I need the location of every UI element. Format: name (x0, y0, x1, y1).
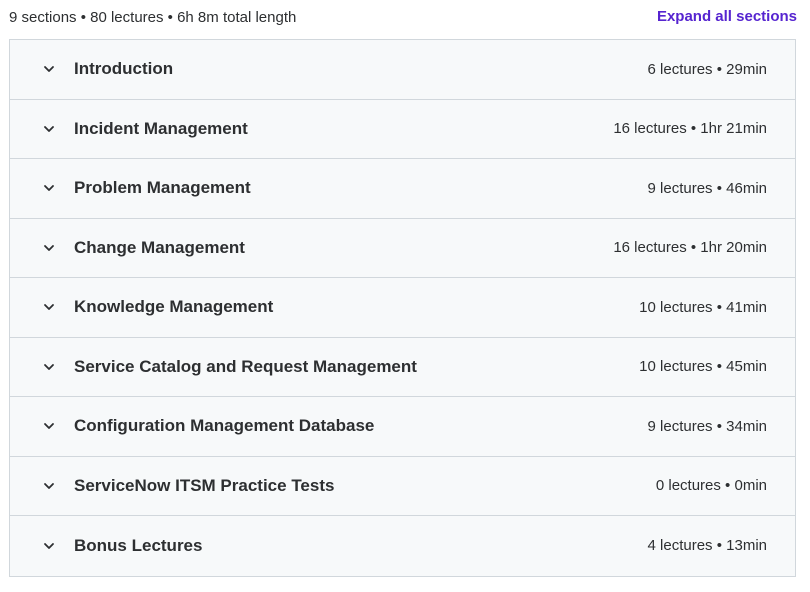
section-title: Introduction (74, 59, 174, 79)
section-meta: 0 lectures • 0min (655, 477, 767, 495)
course-content-panel: 9 sections • 80 lectures • 6h 8m total l… (0, 0, 810, 592)
section-row[interactable]: Service Catalog and Request Management 1… (10, 338, 795, 397)
section-row[interactable]: Introduction 6 lectures • 29min (10, 40, 795, 100)
chevron-down-icon (42, 479, 56, 493)
chevron-down-icon (42, 62, 56, 76)
chevron-down-icon (42, 181, 56, 195)
section-meta: 10 lectures • 41min (639, 298, 767, 316)
section-title: Configuration Management Database (74, 416, 375, 436)
section-title: Bonus Lectures (74, 535, 203, 555)
chevron-down-icon (42, 300, 56, 314)
chevron-down-icon (42, 122, 56, 136)
chevron-down-icon (42, 419, 56, 433)
chevron-down-icon (42, 539, 56, 553)
sections-accordion: Introduction 6 lectures • 29min Incident… (9, 39, 796, 577)
section-row[interactable]: Bonus Lectures 4 lectures • 13min (10, 516, 795, 576)
section-row[interactable]: Problem Management 9 lectures • 46min (10, 159, 795, 219)
section-title: Problem Management (74, 178, 251, 198)
section-title: ServiceNow ITSM Practice Tests (74, 475, 335, 495)
section-row[interactable]: Change Management 16 lectures • 1hr 20mi… (10, 219, 795, 278)
section-title: Service Catalog and Request Management (74, 356, 417, 376)
section-meta: 9 lectures • 46min (647, 179, 767, 197)
section-title: Knowledge Management (74, 297, 274, 317)
chevron-down-icon (42, 241, 56, 255)
course-summary-bar: 9 sections • 80 lectures • 6h 8m total l… (9, 0, 797, 36)
section-row[interactable]: ServiceNow ITSM Practice Tests 0 lecture… (10, 457, 795, 516)
section-meta: 6 lectures • 29min (647, 60, 767, 78)
course-summary-text: 9 sections • 80 lectures • 6h 8m total l… (9, 8, 297, 26)
section-meta: 10 lectures • 45min (639, 358, 767, 376)
expand-all-sections-button[interactable]: Expand all sections (657, 8, 797, 25)
section-meta: 16 lectures • 1hr 20min (613, 239, 767, 257)
section-title: Incident Management (74, 118, 248, 138)
section-title: Change Management (74, 237, 245, 257)
section-meta: 16 lectures • 1hr 21min (613, 120, 767, 138)
section-meta: 9 lectures • 34min (647, 417, 767, 435)
section-row[interactable]: Incident Management 16 lectures • 1hr 21… (10, 100, 795, 159)
section-row[interactable]: Knowledge Management 10 lectures • 41min (10, 278, 795, 338)
section-row[interactable]: Configuration Management Database 9 lect… (10, 397, 795, 457)
chevron-down-icon (42, 360, 56, 374)
section-meta: 4 lectures • 13min (647, 537, 767, 555)
